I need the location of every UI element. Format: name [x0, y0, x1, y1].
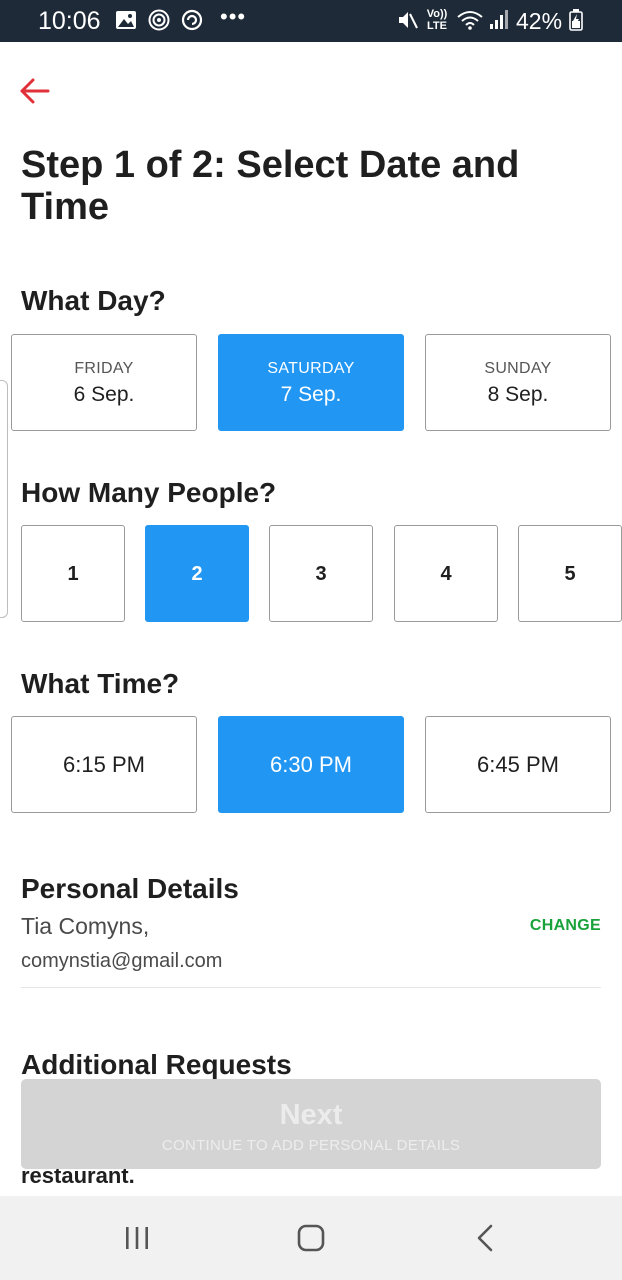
time-option-645[interactable]: 6:45 PM	[425, 716, 611, 813]
side-panel-edge[interactable]	[0, 380, 8, 618]
day-date: 8 Sep.	[487, 383, 549, 406]
divider	[21, 987, 601, 988]
day-option-friday[interactable]: FRIDAY 6 Sep.	[11, 334, 197, 431]
personal-email: comynstia@gmail.com	[21, 950, 223, 972]
nfc-icon	[148, 9, 170, 31]
people-option-3[interactable]: 3	[269, 525, 373, 622]
personal-name: Tia Comyns,	[21, 913, 150, 939]
day-option-saturday[interactable]: SATURDAY 7 Sep.	[218, 334, 404, 431]
day-option-sunday[interactable]: SUNDAY 8 Sep.	[425, 334, 611, 431]
time-option-630[interactable]: 6:30 PM	[218, 716, 404, 813]
people-option-4[interactable]: 4	[394, 525, 498, 622]
people-option-1[interactable]: 1	[21, 525, 125, 622]
system-nav-bar	[0, 1196, 622, 1280]
back-arrow-icon[interactable]	[18, 74, 52, 108]
next-button-sublabel: CONTINUE TO ADD PERSONAL DETAILS	[161, 1137, 461, 1154]
gallery-icon	[116, 11, 136, 29]
signal-icon	[490, 10, 508, 29]
status-bar: 10:06 ••• Vo)) LTE 42%	[0, 0, 622, 42]
status-time: 10:06	[38, 7, 101, 35]
battery-icon	[569, 9, 583, 31]
day-date: 7 Sep.	[280, 383, 342, 406]
people-count: 2	[191, 563, 203, 585]
time-option-615[interactable]: 6:15 PM	[11, 716, 197, 813]
sync-icon	[181, 9, 203, 31]
change-button[interactable]: CHANGE	[530, 916, 601, 936]
personal-details-heading: Personal Details	[21, 873, 239, 904]
battery-percent: 42%	[516, 8, 563, 34]
people-option-2[interactable]: 2	[145, 525, 249, 622]
time-label: 6:30 PM	[270, 752, 352, 777]
home-icon[interactable]	[291, 1218, 331, 1258]
day-name: SATURDAY	[267, 360, 355, 377]
day-name: SUNDAY	[484, 360, 552, 377]
page-title: Step 1 of 2: Select Date and Time	[21, 144, 520, 228]
time-label: 6:15 PM	[63, 752, 145, 777]
next-button[interactable]: Next CONTINUE TO ADD PERSONAL DETAILS	[21, 1079, 601, 1169]
day-section-heading: What Day?	[21, 285, 166, 316]
people-count: 3	[315, 563, 327, 585]
volte-icon: Vo)) LTE	[426, 8, 448, 32]
additional-requests-heading: Additional Requests	[21, 1049, 292, 1080]
wifi-icon	[457, 11, 483, 30]
day-name: FRIDAY	[74, 360, 134, 377]
mute-icon	[399, 12, 418, 29]
people-section-heading: How Many People?	[21, 477, 277, 508]
people-count: 1	[67, 563, 79, 585]
people-count: 4	[440, 563, 452, 585]
next-button-label: Next	[279, 1099, 343, 1131]
back-nav-icon[interactable]	[466, 1218, 506, 1258]
time-label: 6:45 PM	[477, 752, 559, 777]
people-option-5[interactable]: 5	[518, 525, 622, 622]
recent-apps-icon[interactable]	[117, 1218, 157, 1258]
more-dots-icon: •••	[220, 4, 247, 29]
people-count: 5	[564, 563, 576, 585]
day-date: 6 Sep.	[73, 383, 135, 406]
time-section-heading: What Time?	[21, 668, 180, 699]
